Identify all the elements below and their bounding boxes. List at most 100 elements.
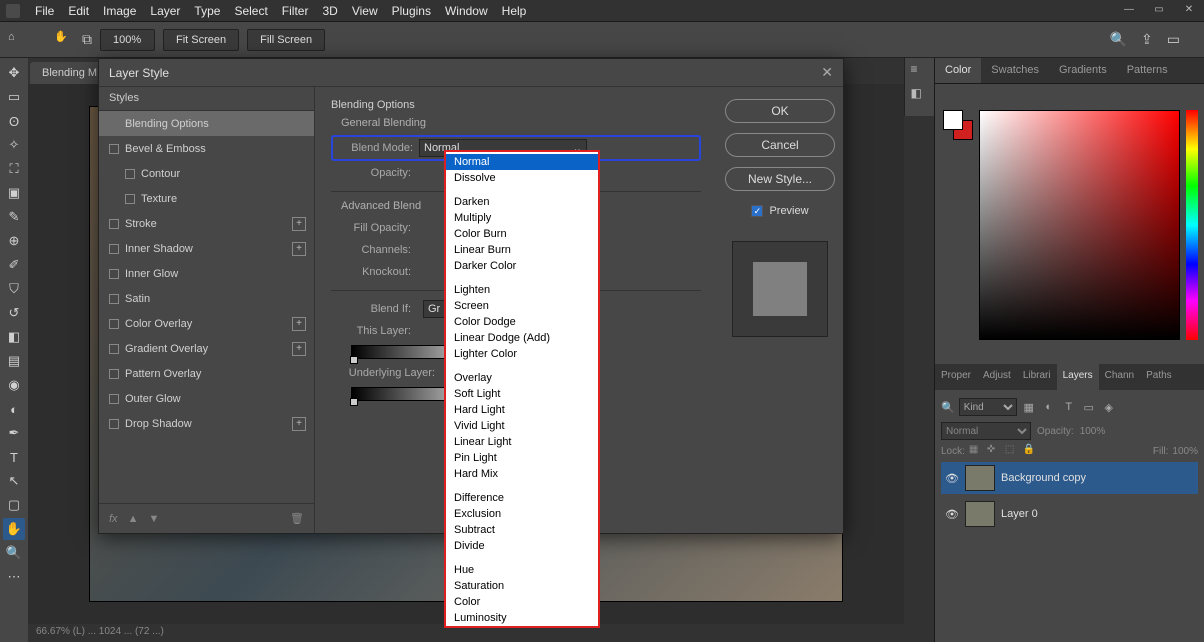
- type-tool[interactable]: T: [3, 446, 25, 468]
- eyedropper-tool[interactable]: ✎: [3, 206, 25, 228]
- style-item-color-overlay[interactable]: Color Overlay+: [99, 311, 314, 336]
- lock-pixels-icon[interactable]: ▦: [969, 444, 983, 458]
- lasso-tool[interactable]: ʘ: [3, 110, 25, 132]
- zoom-level[interactable]: 100%: [100, 29, 155, 51]
- filter-pixel-icon[interactable]: ▦: [1021, 399, 1037, 415]
- search-icon[interactable]: 🔍: [1110, 31, 1127, 48]
- style-checkbox[interactable]: [109, 319, 119, 329]
- filter-type-icon[interactable]: T: [1061, 399, 1077, 415]
- close-window-button[interactable]: ✕: [1174, 0, 1204, 18]
- add-effect-icon[interactable]: +: [292, 342, 306, 356]
- menu-file[interactable]: File: [28, 4, 61, 18]
- window-arrange-icon[interactable]: ⧉: [82, 31, 92, 48]
- dodge-tool[interactable]: ◐: [3, 398, 25, 420]
- lock-all-icon[interactable]: 🔒: [1023, 444, 1037, 458]
- add-effect-icon[interactable]: +: [292, 242, 306, 256]
- filter-adjust-icon[interactable]: ◐: [1041, 399, 1057, 415]
- style-item-inner-glow[interactable]: Inner Glow: [99, 261, 314, 286]
- move-tool[interactable]: ✥: [3, 62, 25, 84]
- menu-plugins[interactable]: Plugins: [385, 4, 438, 18]
- layer-thumbnail[interactable]: [965, 501, 995, 527]
- style-item-drop-shadow[interactable]: Drop Shadow+: [99, 411, 314, 436]
- style-checkbox[interactable]: [125, 194, 135, 204]
- style-checkbox[interactable]: [125, 169, 135, 179]
- blend-mode-option-darker-color[interactable]: Darker Color: [446, 258, 598, 274]
- blend-mode-option-linear-burn[interactable]: Linear Burn: [446, 242, 598, 258]
- arrow-up-icon[interactable]: ▲: [128, 513, 139, 525]
- tab-gradients[interactable]: Gradients: [1049, 58, 1117, 83]
- edit-toolbar[interactable]: ⋯: [3, 566, 25, 588]
- hue-slider[interactable]: [1186, 110, 1198, 340]
- stamp-tool[interactable]: ⛉: [3, 278, 25, 300]
- slider-handle-left[interactable]: [350, 398, 358, 406]
- style-item-contour[interactable]: Contour: [99, 161, 314, 186]
- opacity-value[interactable]: 100%: [1080, 426, 1106, 437]
- style-item-stroke[interactable]: Stroke+: [99, 211, 314, 236]
- hand-tool[interactable]: ✋: [3, 518, 25, 540]
- add-effect-icon[interactable]: +: [292, 417, 306, 431]
- layer-kind-filter[interactable]: Kind: [959, 398, 1017, 416]
- menu-window[interactable]: Window: [438, 4, 495, 18]
- filter-smart-icon[interactable]: ◈: [1101, 399, 1117, 415]
- style-item-outer-glow[interactable]: Outer Glow: [99, 386, 314, 411]
- menu-filter[interactable]: Filter: [275, 4, 316, 18]
- menu-edit[interactable]: Edit: [61, 4, 96, 18]
- arrow-down-icon[interactable]: ▼: [148, 513, 159, 525]
- tab-paths[interactable]: Paths: [1140, 364, 1178, 390]
- blend-mode-option-multiply[interactable]: Multiply: [446, 210, 598, 226]
- layer-item[interactable]: 👁 Background copy: [941, 462, 1198, 494]
- fill-value[interactable]: 100%: [1172, 446, 1198, 457]
- minimize-button[interactable]: —: [1114, 0, 1144, 18]
- tab-layers[interactable]: Layers: [1057, 364, 1099, 390]
- wand-tool[interactable]: ✧: [3, 134, 25, 156]
- blend-mode-option-dissolve[interactable]: Dissolve: [446, 170, 598, 186]
- style-item-blending-options[interactable]: Blending Options: [99, 111, 314, 136]
- blend-mode-option-color[interactable]: Color: [446, 594, 598, 610]
- brush-tool[interactable]: ✐: [3, 254, 25, 276]
- lock-position-icon[interactable]: ✜: [987, 444, 1001, 458]
- style-item-pattern-overlay[interactable]: Pattern Overlay: [99, 361, 314, 386]
- blend-mode-option-exclusion[interactable]: Exclusion: [446, 506, 598, 522]
- menu-layer[interactable]: Layer: [143, 4, 187, 18]
- style-checkbox[interactable]: [109, 344, 119, 354]
- search-icon[interactable]: 🔍: [941, 401, 955, 414]
- maximize-button[interactable]: ▭: [1144, 0, 1174, 18]
- blend-mode-option-vivid-light[interactable]: Vivid Light: [446, 418, 598, 434]
- blend-mode-option-hue[interactable]: Hue: [446, 562, 598, 578]
- eraser-tool[interactable]: ◧: [3, 326, 25, 348]
- slider-handle-left[interactable]: [350, 356, 358, 364]
- properties-panel-icon[interactable]: ◧: [911, 86, 929, 104]
- visibility-icon[interactable]: 👁: [945, 472, 959, 485]
- close-icon[interactable]: ✕: [821, 64, 833, 81]
- blend-mode-option-subtract[interactable]: Subtract: [446, 522, 598, 538]
- blend-mode-option-hard-mix[interactable]: Hard Mix: [446, 466, 598, 482]
- layer-name[interactable]: Layer 0: [1001, 508, 1038, 520]
- layer-name[interactable]: Background copy: [1001, 472, 1086, 484]
- style-item-gradient-overlay[interactable]: Gradient Overlay+: [99, 336, 314, 361]
- new-style-button[interactable]: New Style...: [725, 167, 835, 191]
- tab-channels[interactable]: Chann: [1099, 364, 1140, 390]
- foreground-swatch[interactable]: [943, 110, 963, 130]
- trash-icon[interactable]: 🗑: [290, 512, 304, 525]
- color-picker-field[interactable]: [979, 110, 1180, 340]
- fill-screen-button[interactable]: Fill Screen: [247, 29, 325, 51]
- tab-adjustments[interactable]: Adjust: [977, 364, 1017, 390]
- preview-checkbox[interactable]: ✓: [751, 205, 763, 217]
- blend-mode-option-luminosity[interactable]: Luminosity: [446, 610, 598, 626]
- add-effect-icon[interactable]: +: [292, 217, 306, 231]
- style-checkbox[interactable]: [109, 219, 119, 229]
- zoom-tool[interactable]: 🔍: [3, 542, 25, 564]
- pen-tool[interactable]: ✒: [3, 422, 25, 444]
- home-icon[interactable]: ⌂: [8, 31, 26, 49]
- hand-tool-icon[interactable]: ✋: [54, 30, 74, 50]
- menu-type[interactable]: Type: [187, 4, 227, 18]
- menu-select[interactable]: Select: [227, 4, 274, 18]
- blend-mode-option-lighter-color[interactable]: Lighter Color: [446, 346, 598, 362]
- style-checkbox[interactable]: [109, 269, 119, 279]
- workspace-icon[interactable]: ▭: [1167, 31, 1180, 48]
- ok-button[interactable]: OK: [725, 99, 835, 123]
- menu-help[interactable]: Help: [495, 4, 534, 18]
- style-checkbox[interactable]: [109, 394, 119, 404]
- visibility-icon[interactable]: 👁: [945, 508, 959, 521]
- blend-mode-option-pin-light[interactable]: Pin Light: [446, 450, 598, 466]
